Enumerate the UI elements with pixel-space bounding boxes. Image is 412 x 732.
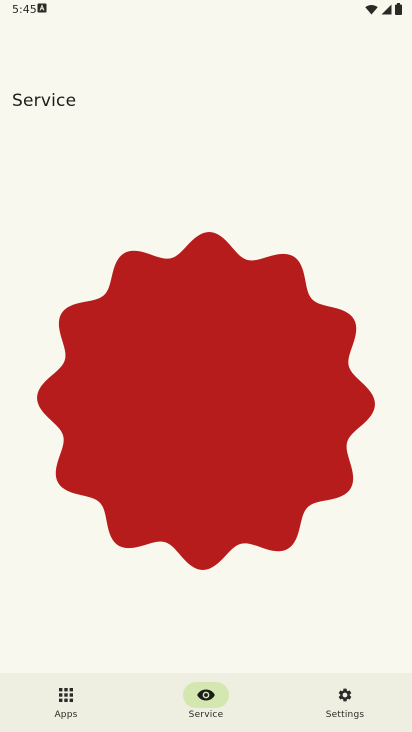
nav-label-settings: Settings xyxy=(325,710,365,720)
nav-label-apps: Apps xyxy=(54,710,78,720)
status-icons xyxy=(365,3,402,15)
nav-icon-container-apps xyxy=(43,682,89,708)
wifi-icon xyxy=(365,4,378,14)
cell-signal-icon xyxy=(381,4,392,14)
bottom-navigation: Apps Service Settings xyxy=(0,673,412,732)
page-title: Service xyxy=(12,91,77,111)
status-bar: 5:45 xyxy=(0,0,412,18)
gear-icon xyxy=(338,688,352,702)
nav-icon-container-settings xyxy=(322,682,368,708)
eye-icon xyxy=(197,689,215,701)
status-time: 5:45 xyxy=(12,3,37,16)
nav-item-settings[interactable]: Settings xyxy=(295,673,395,732)
service-status-badge[interactable] xyxy=(35,230,377,572)
scalloped-badge-shape xyxy=(37,232,375,570)
battery-icon xyxy=(395,3,402,15)
nav-item-service[interactable]: Service xyxy=(156,673,256,732)
nav-active-indicator xyxy=(183,682,229,708)
grid-icon xyxy=(59,688,73,702)
app-notification-icon xyxy=(37,3,47,13)
nav-label-service: Service xyxy=(188,710,224,720)
nav-item-apps[interactable]: Apps xyxy=(16,673,116,732)
